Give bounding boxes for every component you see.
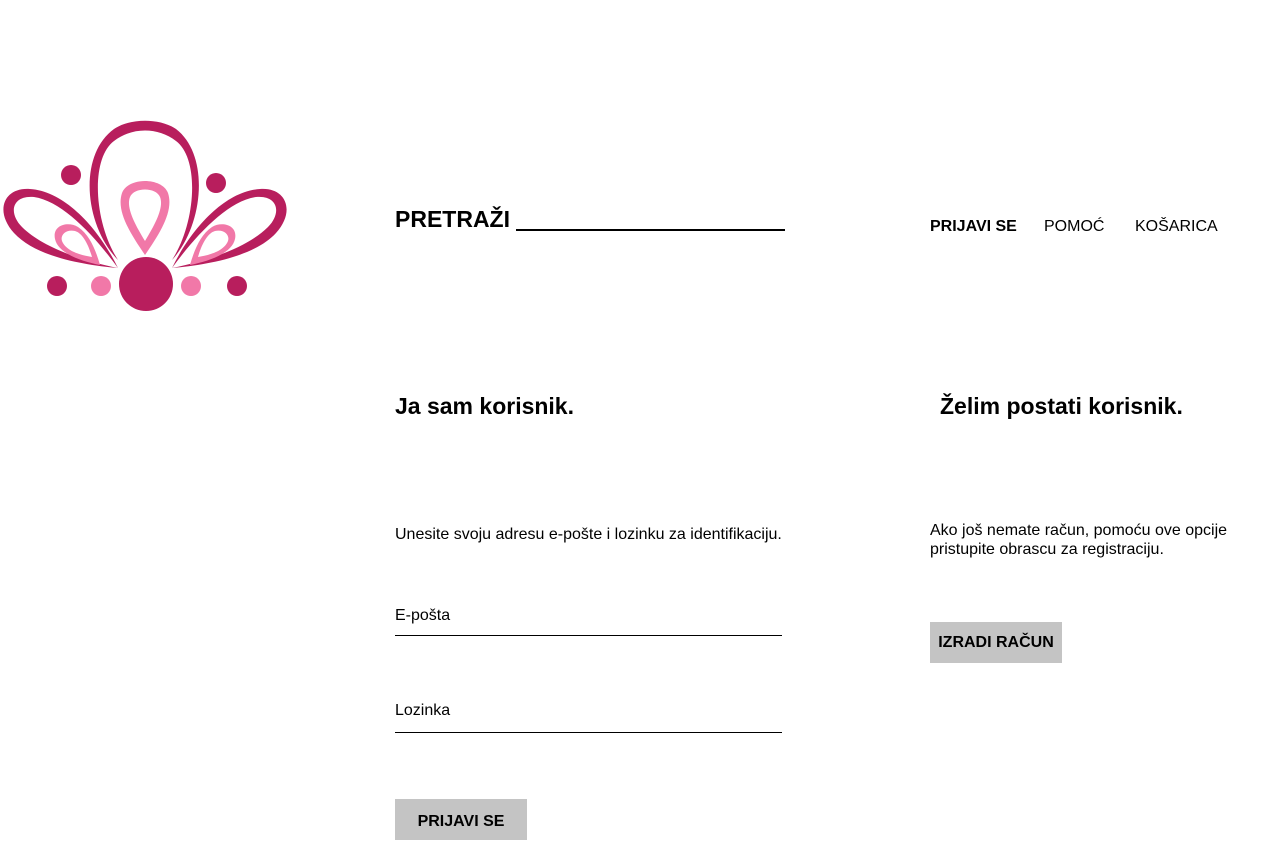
top-right-dot <box>206 173 226 193</box>
register-section-title: Želim postati korisnik. <box>940 393 1183 419</box>
center-teardrop <box>120 181 170 255</box>
login-section-description: Unesite svoju adresu e-pošte i lozinku z… <box>395 526 782 543</box>
search-label: PRETRAŽI <box>395 206 510 232</box>
login-section-title: Ja sam korisnik. <box>395 393 574 419</box>
nav-login-link[interactable]: PRIJAVI SE <box>930 218 1017 236</box>
nav-cart-link[interactable]: KOŠARICA <box>1135 218 1218 236</box>
bottom-dot-1 <box>47 276 67 296</box>
search-bar: PRETRAŽI <box>395 200 785 232</box>
outer-petal <box>89 120 199 260</box>
bottom-dot-4 <box>227 276 247 296</box>
lotus-logo-icon <box>3 120 287 311</box>
search-input[interactable] <box>516 207 785 231</box>
login-button[interactable]: PRIJAVI SE <box>395 799 527 840</box>
password-field[interactable] <box>395 718 782 733</box>
create-account-button[interactable]: IZRADI RAČUN <box>930 622 1062 663</box>
center-large-dot <box>119 257 173 311</box>
top-left-dot <box>61 165 81 185</box>
email-field[interactable] <box>395 621 782 636</box>
bottom-dot-2 <box>91 276 111 296</box>
bottom-dot-3 <box>181 276 201 296</box>
register-section-description: Ako još nemate račun, pomoću ove opcije … <box>930 522 1228 558</box>
nav-help-link[interactable]: POMOĆ <box>1044 218 1104 236</box>
